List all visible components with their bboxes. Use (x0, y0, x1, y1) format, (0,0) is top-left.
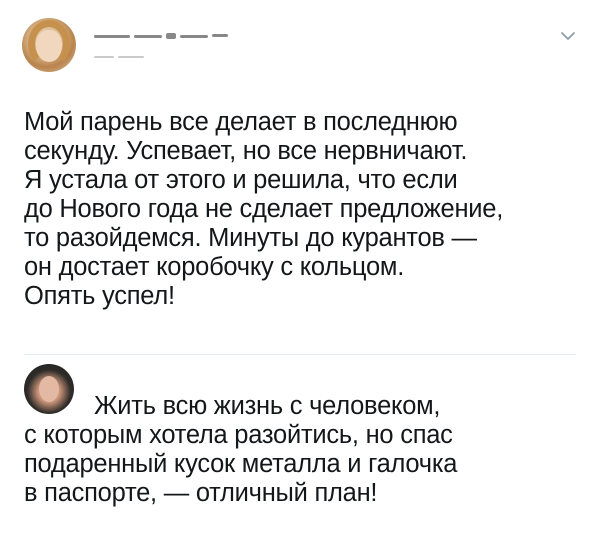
tweet-body: Мой парень все делает в последнюю секунд… (24, 108, 572, 311)
tweet-text-line: Опять успел! (24, 282, 175, 310)
reply-text-line: с которым хотела разойтись, но спас (24, 421, 453, 449)
tweet-card: Мой парень все делает в последнюю секунд… (0, 0, 600, 540)
reply-body: Жить всю жизнь с человеком, с которым хо… (24, 392, 584, 508)
author-handle-blurred[interactable] (94, 52, 152, 62)
chevron-down-icon[interactable] (560, 28, 576, 44)
tweet-text-line: он достает коробочку с кольцом. (24, 253, 405, 281)
tweet-text-line: до Нового года не сделает предложение, (24, 195, 504, 223)
avatar-face-shape (36, 30, 62, 62)
tweet-text-line: Мой парень все делает в последнюю (24, 108, 458, 136)
reply-text-line: подаренный кусок металла и галочка (24, 450, 458, 478)
tweet-text-line: то разойдемся. Минуты до курантов — (24, 224, 477, 252)
tweet-text-line: Я устала от этого и решила, что если (24, 166, 458, 194)
divider (24, 354, 576, 355)
reply-text-line: в паспорте, — отличный план! (24, 479, 378, 507)
author-name-blurred[interactable] (94, 30, 234, 42)
tweet-text-line: секунду. Успевает, но все нервничают. (24, 137, 468, 165)
reply-text-line: Жить всю жизнь с человеком, (94, 392, 441, 420)
author-avatar[interactable] (22, 18, 76, 72)
